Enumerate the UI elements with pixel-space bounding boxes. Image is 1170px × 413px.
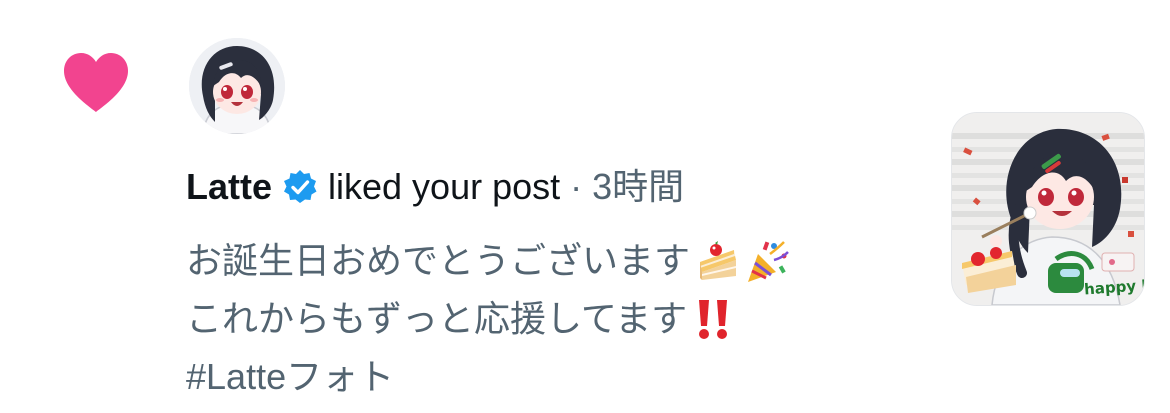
shortcake-emoji <box>700 241 737 280</box>
separator-dot: · <box>570 166 583 207</box>
action-text: liked your post <box>328 166 561 207</box>
user-name[interactable]: Latte <box>186 162 272 212</box>
avatar-image <box>189 38 285 134</box>
post-line-2: これからもずっと応援してます <box>186 290 926 348</box>
hashtag-link[interactable]: #Latteフォト <box>186 348 394 406</box>
user-avatar[interactable] <box>189 38 285 134</box>
double-exclamation-emoji <box>699 300 728 339</box>
timestamp: 3時間 <box>592 166 685 207</box>
heart-icon <box>64 53 128 112</box>
post-line-2-text: これからもずっと応援してます <box>186 298 688 339</box>
verified-badge-icon <box>284 170 317 203</box>
post-line-1: お誕生日おめでとうございます <box>186 232 926 290</box>
notification-headline: Latte liked your post · 3時間 <box>186 162 684 212</box>
post-line-3: #Latteフォト <box>186 348 926 406</box>
like-notification[interactable]: Latte liked your post · 3時間 お誕生日おめでとうござい… <box>0 0 1170 413</box>
post-thumbnail[interactable]: happy Birthday <box>951 112 1145 306</box>
party-popper-emoji <box>748 241 789 282</box>
post-text: お誕生日おめでとうございます これからもずっと応援してます #Latteフォト <box>186 232 926 406</box>
post-line-1-text: お誕生日おめでとうございます <box>186 240 691 281</box>
thumbnail-image <box>952 113 1144 305</box>
